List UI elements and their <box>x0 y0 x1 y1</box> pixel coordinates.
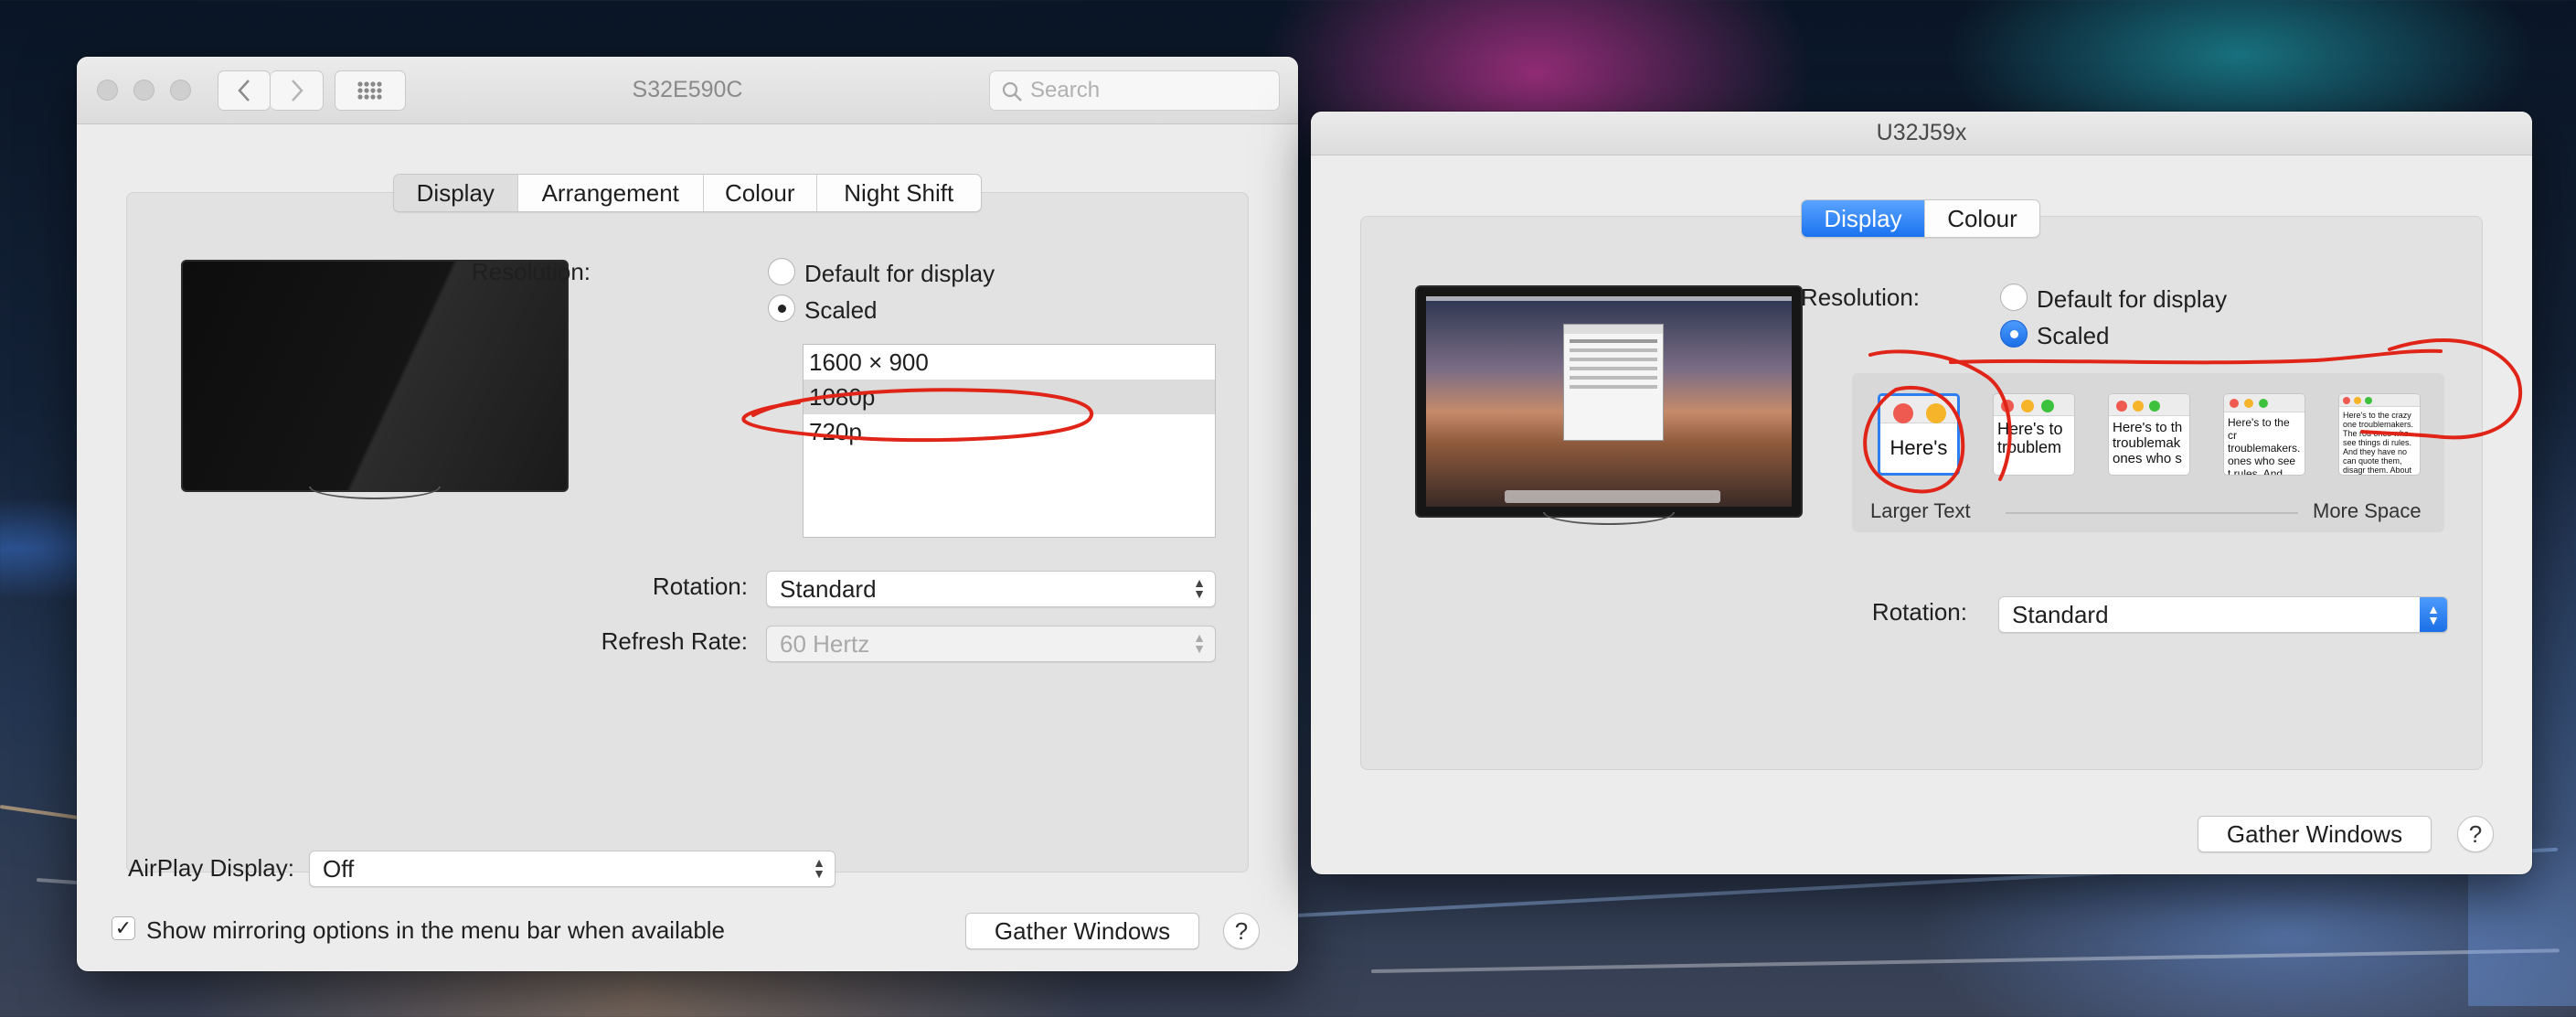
refresh-rate-label: Refresh Rate: <box>601 627 748 655</box>
rotation-value: Standard <box>780 574 877 603</box>
tab-arrangement[interactable]: Arrangement <box>518 175 704 211</box>
radio-scaled-label: Scaled <box>804 296 878 324</box>
tab-display[interactable]: Display <box>394 175 518 211</box>
tab-bar: Display Arrangement Colour Night Shift <box>393 174 982 212</box>
airplay-display-value: Off <box>323 854 355 883</box>
updown-chevron-icon: ▲ ▼ <box>813 855 825 881</box>
help-button[interactable]: ? <box>1223 913 1260 949</box>
mirroring-checkbox[interactable]: ✓ <box>112 916 135 940</box>
monitor-image <box>181 260 569 492</box>
search-placeholder: Search <box>1030 78 1101 102</box>
annotation-marks <box>1863 338 2523 494</box>
display-prefs-window-right: U32J59x Display Colour Resolution: Defau… <box>1311 112 2532 874</box>
rotation-popup[interactable]: Standard ▲ ▼ <box>766 571 1216 607</box>
annotation-circle <box>741 388 1093 443</box>
airplay-display-popup[interactable]: Off ▲ ▼ <box>309 851 836 887</box>
gather-windows-button[interactable]: Gather Windows <box>965 913 1199 949</box>
refresh-rate-value: 60 Hertz <box>780 629 870 658</box>
tab-night-shift[interactable]: Night Shift <box>817 175 981 211</box>
updown-chevron-icon: ▲ ▼ <box>1193 630 1206 656</box>
radio-default-for-display[interactable] <box>768 258 795 285</box>
airplay-display-label: AirPlay Display: <box>127 854 294 882</box>
refresh-rate-popup[interactable]: 60 Hertz ▲ ▼ <box>766 626 1216 662</box>
radio-default-label: Default for display <box>804 260 995 287</box>
search-field[interactable]: Search <box>989 70 1280 111</box>
mirroring-checkbox-label: Show mirroring options in the menu bar w… <box>146 916 726 944</box>
tab-colour[interactable]: Colour <box>704 175 817 211</box>
radio-scaled[interactable] <box>768 294 795 322</box>
rotation-label: Rotation: <box>652 573 748 600</box>
resolution-label: Resolution: <box>471 258 591 285</box>
updown-chevron-icon: ▲ ▼ <box>1193 575 1206 601</box>
background-light-streak <box>1370 948 2560 973</box>
display-prefs-window-left: S32E590C Search Display Arrangement Colo… <box>77 57 1298 971</box>
search-icon <box>1002 81 1022 102</box>
title-bar: S32E590C Search <box>77 57 1298 124</box>
